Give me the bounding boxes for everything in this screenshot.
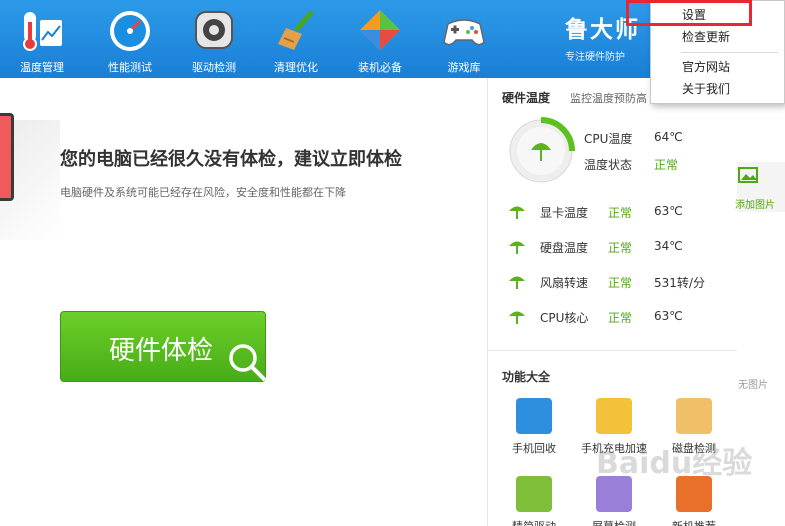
function-new-pc[interactable]: 新机推荐 <box>656 476 732 526</box>
speedometer-icon <box>110 11 150 51</box>
function-screen-check[interactable]: 屏幕检测 <box>576 476 652 526</box>
temp-status-label: 温度状态 <box>584 158 633 172</box>
disk-temp-value: 34℃ <box>654 239 683 253</box>
fan-speed-label: 风扇转速 <box>540 276 589 290</box>
umbrella-icon <box>509 276 525 289</box>
toolbar-label: 清理优化 <box>274 61 318 74</box>
gpu-temp-value: 63℃ <box>654 204 683 218</box>
cpu-core-value: 63℃ <box>654 309 683 323</box>
toolbar-label: 游戏库 <box>447 61 481 74</box>
charge-boost-icon <box>596 398 632 434</box>
driver-slim-icon <box>516 476 552 512</box>
toolbar-label: 温度管理 <box>20 61 64 74</box>
brand-subtitle: 专注硬件防护 <box>565 52 625 63</box>
disk-check-icon <box>676 398 712 434</box>
cpu-core-status: 正常 <box>608 311 633 325</box>
phone-recycle-icon <box>516 398 552 434</box>
toolbar-label: 装机必备 <box>358 61 402 74</box>
temp-status-value: 正常 <box>654 158 679 172</box>
toolbar-item-install[interactable]: 装机必备 <box>338 0 422 78</box>
toolbar-item-temperature[interactable]: 温度管理 <box>0 0 84 78</box>
hardware-check-button[interactable]: 硬件体检 <box>60 311 267 382</box>
function-driver-slim[interactable]: 精简驱动 <box>496 476 572 526</box>
health-indicator <box>0 113 14 201</box>
toolbar-label: 性能测试 <box>108 61 152 74</box>
no-image-label: 无图片 <box>738 380 768 391</box>
umbrella-icon <box>509 311 525 324</box>
image-add-icon <box>738 167 758 183</box>
magnifier-icon <box>229 344 267 382</box>
highlight-box <box>626 0 752 26</box>
box-icon <box>360 10 400 50</box>
hardware-check-label: 硬件体检 <box>109 336 214 366</box>
functions-heading: 功能大全 <box>502 370 551 384</box>
gamepad-icon <box>443 19 485 46</box>
disk-temp-status: 正常 <box>608 241 633 255</box>
temperature-subheading: 监控温度预防高 <box>570 92 647 105</box>
disk-temp-label: 硬盘温度 <box>540 241 589 255</box>
cpu-temp-gauge-icon <box>509 117 575 183</box>
function-label: 精简驱动 <box>496 518 572 526</box>
fan-speed-value: 531转/分 <box>654 276 705 290</box>
watermark: Baidu经验 <box>596 446 753 481</box>
function-label: 屏幕检测 <box>576 518 652 526</box>
toolbar-item-performance[interactable]: 性能测试 <box>88 0 172 78</box>
umbrella-icon <box>509 241 525 254</box>
cpu-core-label: CPU核心 <box>540 311 589 325</box>
cpu-temp-label: CPU温度 <box>584 132 633 146</box>
function-phone-recycle[interactable]: 手机回收 <box>496 398 572 456</box>
function-label: 手机回收 <box>512 442 556 455</box>
toolbar-item-games[interactable]: 游戏库 <box>422 0 506 78</box>
function-label: 新机推荐 <box>656 518 732 526</box>
cpu-temp-value: 64℃ <box>654 130 683 144</box>
toolbar-item-driver[interactable]: 驱动检测 <box>172 0 256 78</box>
temperature-heading: 硬件温度 <box>502 91 551 105</box>
gpu-temp-label: 显卡温度 <box>540 206 589 220</box>
toolbar-label: 驱动检测 <box>192 61 236 74</box>
checkup-subtitle: 电脑硬件及系统可能已经存在风险，安全度和性能都在下降 <box>60 186 346 199</box>
checkup-title: 您的电脑已经很久没有体检，建议立即体检 <box>60 149 402 170</box>
app-window: 温度管理 性能测试 驱动检测 清理优化 装机必备 游戏库 鲁大师 专注硬件防护 … <box>0 0 785 526</box>
menu-separator <box>681 52 778 53</box>
panel-divider <box>488 350 738 351</box>
menu-item-check-update[interactable]: 检查更新 <box>651 26 784 48</box>
fan-speed-status: 正常 <box>608 276 633 290</box>
add-image-label: 添加图片 <box>735 200 775 211</box>
toolbar-item-clean[interactable]: 清理优化 <box>254 0 338 78</box>
umbrella-icon <box>509 206 525 219</box>
gear-chip-icon <box>195 11 233 49</box>
gpu-temp-status: 正常 <box>608 206 633 220</box>
menu-item-official-site[interactable]: 官方网站 <box>651 56 784 78</box>
menu-item-about[interactable]: 关于我们 <box>651 78 784 100</box>
broom-icon <box>278 10 314 50</box>
thermometer-icon <box>23 12 62 51</box>
